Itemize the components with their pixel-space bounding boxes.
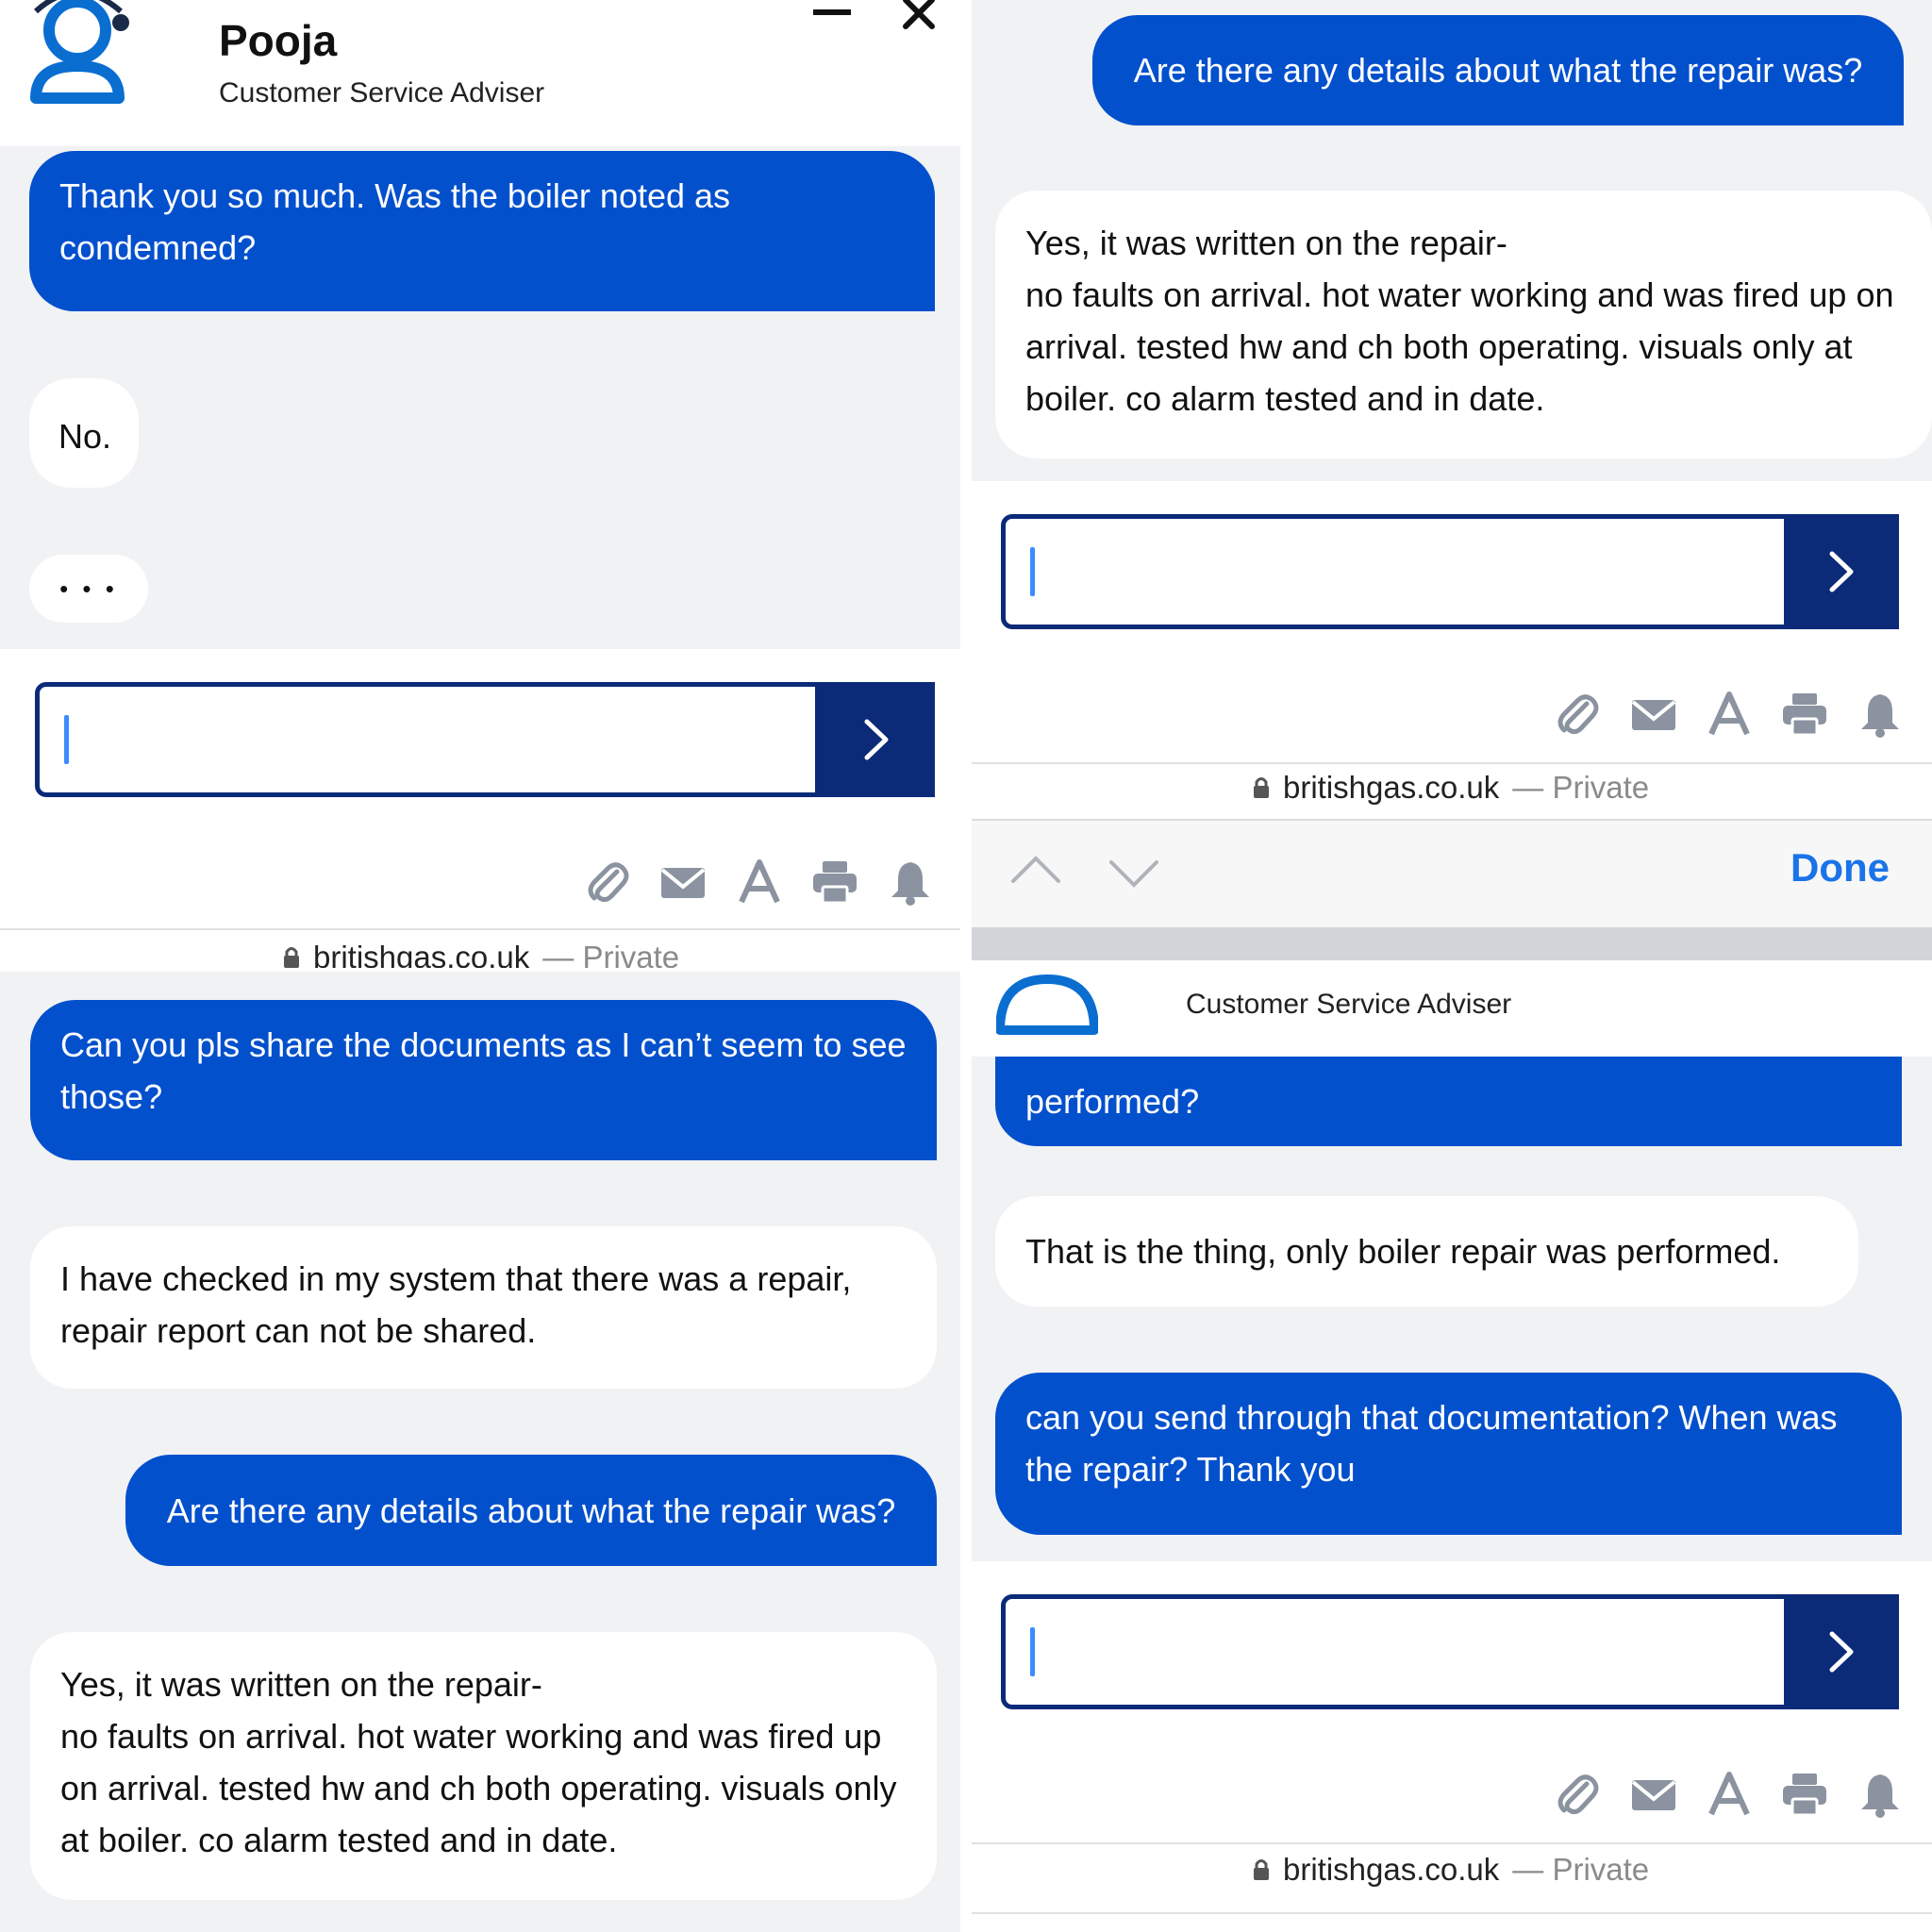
chat-panel-4: Customer Service Adviser performed? That… [972, 960, 1932, 1932]
user-message: Thank you so much. Was the boiler noted … [29, 151, 935, 311]
chat-panel-3: Can you pls share the documents as I can… [0, 972, 960, 1932]
chevron-down-icon[interactable] [1108, 858, 1160, 891]
send-button[interactable] [1784, 514, 1899, 629]
bell-icon[interactable] [1857, 691, 1904, 738]
user-message: Can you pls share the documents as I can… [30, 1000, 937, 1160]
agent-name: Pooja [219, 16, 338, 65]
print-icon[interactable] [1781, 691, 1828, 738]
send-button[interactable] [818, 682, 935, 797]
send-arrow-icon [864, 719, 889, 760]
divider [972, 1842, 1932, 1844]
agent-message: Yes, it was written on the repair- no fa… [30, 1632, 937, 1900]
chat-header: Pooja Customer Service Adviser [0, 0, 960, 146]
lock-icon [1254, 777, 1269, 798]
chat-header: Customer Service Adviser [972, 960, 1932, 1057]
print-icon[interactable] [1781, 1771, 1828, 1818]
url-domain: britishgas.co.uk [1283, 770, 1500, 805]
attach-icon[interactable] [583, 858, 630, 906]
address-bar[interactable]: britishgas.co.uk — Private [283, 940, 679, 968]
mail-icon[interactable] [1630, 691, 1677, 738]
agent-message-body: no faults on arrival. hot water working … [1025, 275, 1894, 418]
send-button[interactable] [1784, 1594, 1899, 1709]
divider [972, 762, 1932, 764]
agent-role: Customer Service Adviser [219, 77, 545, 108]
agent-message-body: no faults on arrival. hot water working … [60, 1717, 897, 1859]
print-icon[interactable] [811, 858, 858, 906]
keyboard-top-edge [972, 927, 1932, 960]
divider [0, 928, 960, 930]
address-bar[interactable]: britishgas.co.uk — Private [1253, 1852, 1649, 1888]
address-bar[interactable]: britishgas.co.uk — Private [1253, 770, 1649, 806]
user-message: Are there any details about what the rep… [1092, 15, 1904, 125]
attach-icon[interactable] [1553, 691, 1600, 738]
close-icon[interactable] [900, 0, 938, 32]
agent-role: Customer Service Adviser [1186, 989, 1512, 1020]
font-size-icon[interactable] [1706, 691, 1753, 738]
message-input[interactable] [35, 682, 820, 797]
user-message: can you send through that documentation?… [995, 1373, 1902, 1535]
url-domain: britishgas.co.uk [313, 940, 530, 968]
bell-icon[interactable] [1857, 1771, 1904, 1818]
text-caret [1030, 1627, 1035, 1676]
done-button[interactable]: Done [1790, 845, 1890, 891]
agent-message: Yes, it was written on the repair- no fa… [995, 191, 1932, 458]
text-caret [64, 715, 69, 764]
divider [972, 1912, 1932, 1914]
chat-panel-1: Pooja Customer Service Adviser Thank you… [0, 0, 960, 968]
user-message-tail: performed? [995, 1057, 1902, 1146]
agent-message: That is the thing, only boiler repair wa… [995, 1196, 1858, 1307]
avatar-icon [26, 0, 130, 110]
send-arrow-icon [1829, 551, 1854, 592]
font-size-icon[interactable] [736, 858, 783, 906]
bell-icon[interactable] [887, 858, 934, 906]
minimize-icon[interactable] [813, 9, 851, 15]
agent-message-line-1: Yes, it was written on the repair- [60, 1665, 542, 1704]
attach-icon[interactable] [1553, 1771, 1600, 1818]
message-input[interactable] [1001, 1594, 1814, 1709]
text-caret [1030, 547, 1035, 596]
user-message: Are there any details about what the rep… [125, 1455, 937, 1566]
message-input[interactable] [1001, 514, 1814, 629]
avatar-icon [995, 972, 1099, 1038]
chat-panel-2: Are there any details about what the rep… [972, 0, 1932, 960]
composer-area: britishgas.co.uk — Private [972, 1561, 1932, 1932]
chevron-up-icon[interactable] [1009, 853, 1062, 885]
mail-icon[interactable] [659, 858, 707, 906]
agent-message-line-1: Yes, it was written on the repair- [1025, 224, 1507, 262]
agent-message: I have checked in my system that there w… [30, 1226, 937, 1389]
private-label: — Private [1512, 770, 1650, 805]
agent-message: No. [29, 378, 139, 488]
lock-icon [284, 947, 299, 968]
composer-area: britishgas.co.uk — Private [972, 481, 1932, 819]
font-size-icon[interactable] [1706, 1771, 1753, 1818]
private-label: — Private [542, 940, 680, 968]
keyboard-accessory-bar: Done [972, 819, 1932, 927]
mail-icon[interactable] [1630, 1771, 1677, 1818]
lock-icon [1254, 1859, 1269, 1880]
send-arrow-icon [1829, 1631, 1854, 1673]
private-label: — Private [1512, 1852, 1650, 1887]
composer-area: britishgas.co.uk — Private [0, 649, 960, 968]
typing-indicator: • • • [29, 555, 148, 623]
url-domain: britishgas.co.uk [1283, 1852, 1500, 1887]
